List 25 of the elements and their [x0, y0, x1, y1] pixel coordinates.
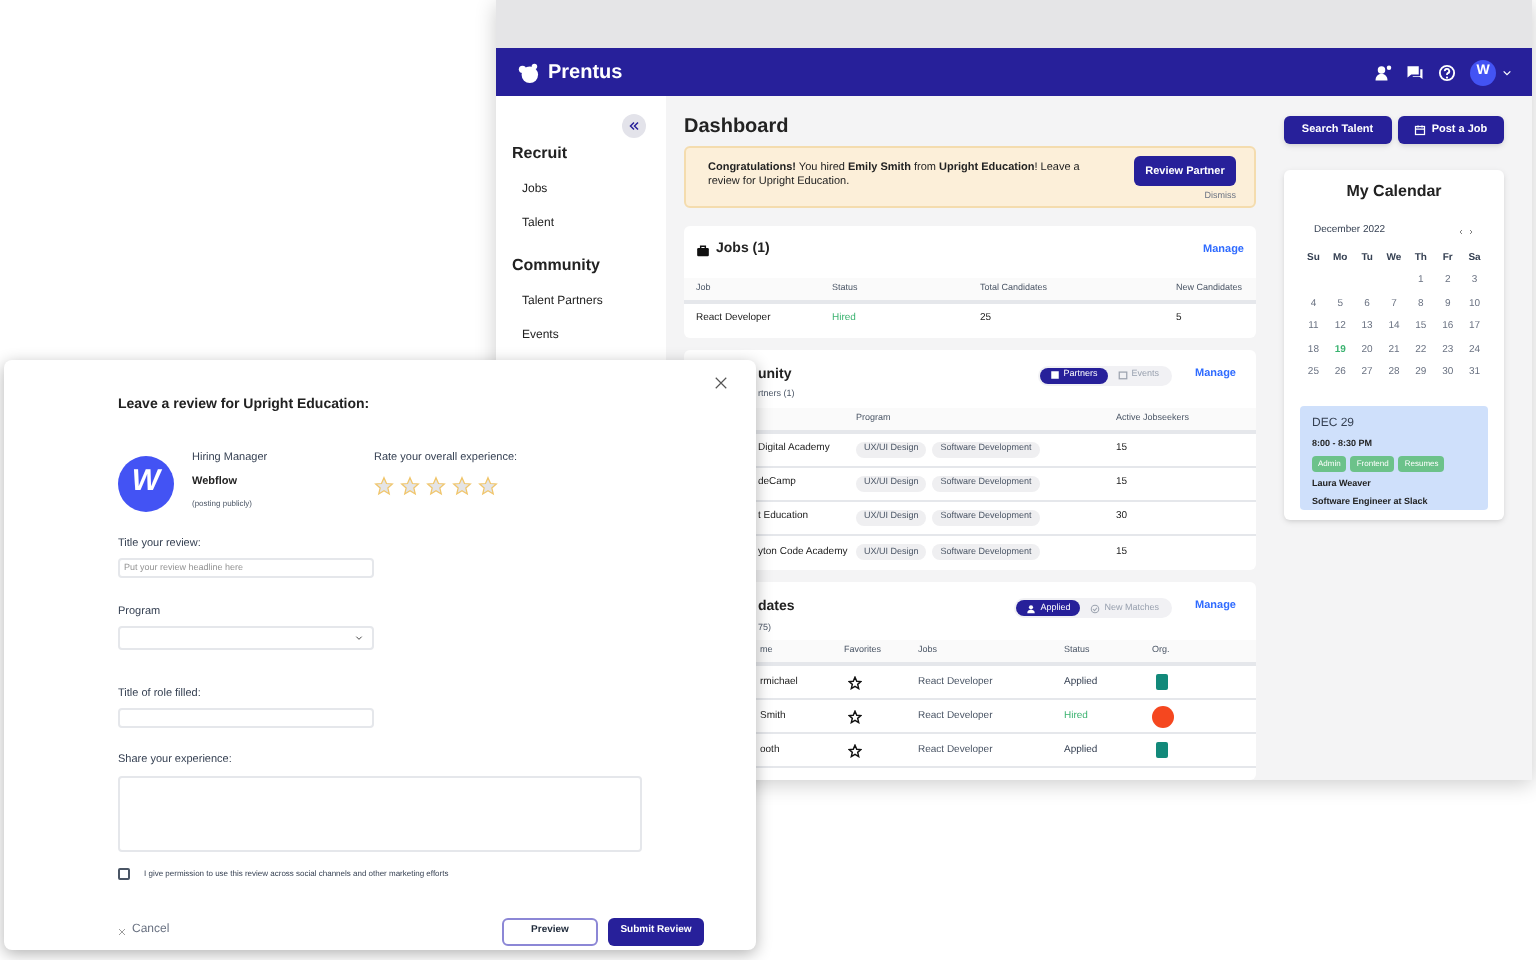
calendar-title: My Calendar	[1344, 180, 1444, 204]
brand-name: Prentus	[548, 59, 623, 87]
briefcase-icon	[696, 244, 710, 259]
person-icon	[1026, 603, 1037, 614]
close-icon	[118, 927, 126, 935]
page-title: Dashboard	[684, 114, 791, 140]
section-heading: Recruit	[512, 142, 570, 166]
collapse-button[interactable]	[622, 114, 646, 138]
logo-icon	[516, 61, 540, 83]
star-icon[interactable]	[848, 709, 862, 724]
chat-icon[interactable]	[1406, 63, 1424, 81]
caret-icon	[1502, 67, 1512, 77]
section-heading: Community	[512, 254, 602, 278]
star-icon[interactable]	[848, 675, 862, 690]
check-circle-icon	[1090, 603, 1101, 614]
company-avatar: W	[118, 455, 174, 511]
select-field[interactable]	[118, 626, 374, 650]
star-icon[interactable]	[848, 743, 862, 758]
double-chevron-icon	[628, 120, 640, 132]
person-bell-icon[interactable]	[1374, 63, 1392, 81]
checkbox[interactable]	[118, 867, 130, 879]
chevron-down-icon	[354, 634, 364, 642]
help-icon[interactable]	[1438, 63, 1456, 81]
input-field[interactable]	[118, 708, 374, 729]
close-icon[interactable]	[714, 376, 728, 390]
